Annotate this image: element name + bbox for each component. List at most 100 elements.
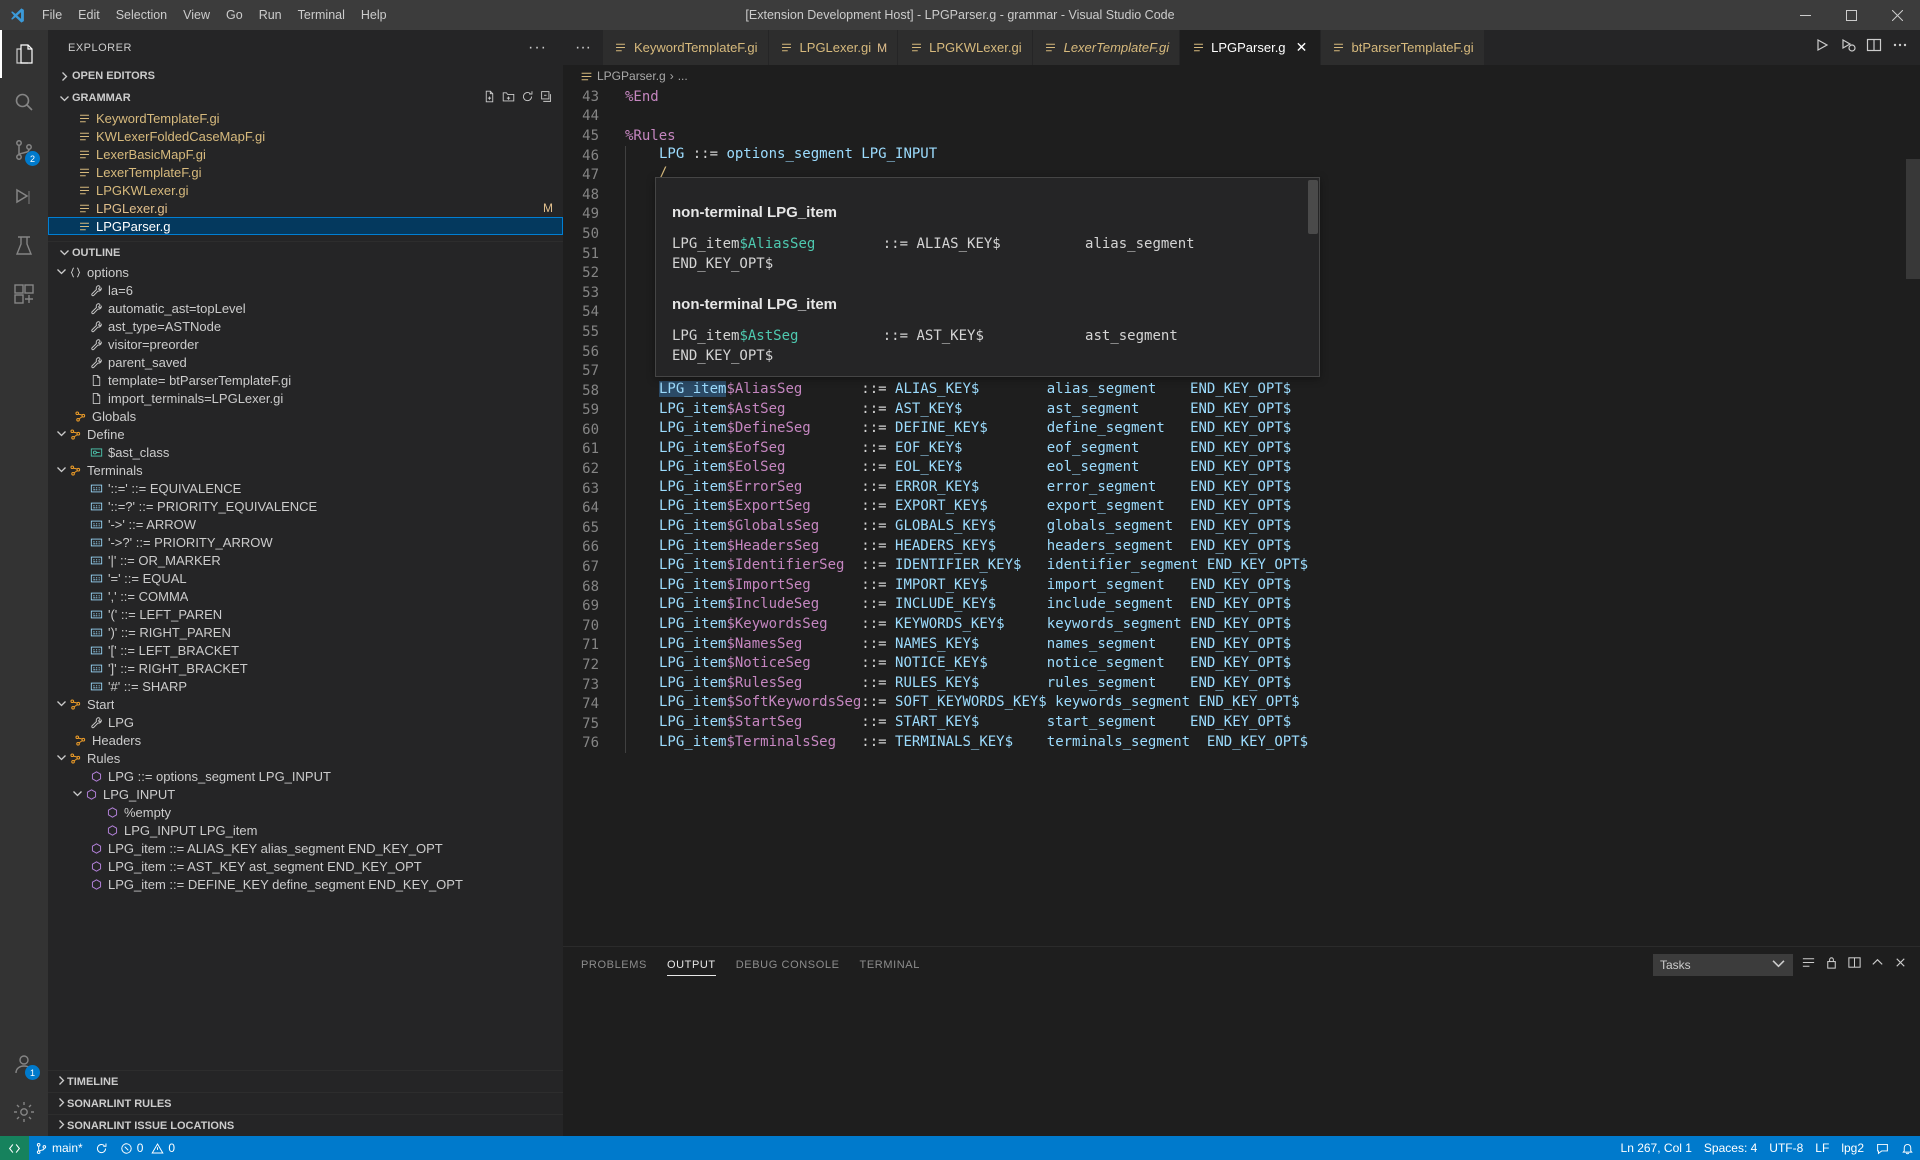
code-line[interactable]: 46LPG ::= options_segment LPG_INPUT (563, 146, 1920, 166)
outline-item[interactable]: ']' ::= RIGHT_BRACKET (48, 659, 563, 677)
new-folder-icon[interactable] (502, 90, 515, 106)
status-sync[interactable] (89, 1136, 114, 1160)
status-notifications[interactable] (1895, 1136, 1920, 1160)
outline-item[interactable]: options (48, 263, 563, 281)
status-problems[interactable]: 0 0 (114, 1136, 181, 1160)
code-line[interactable]: 62LPG_item$EolSeg ::= EOL_KEY$ eol_segme… (563, 459, 1920, 479)
code-line[interactable]: 44 (563, 107, 1920, 127)
editor-tab[interactable]: btParserTemplateF.gi (1321, 30, 1485, 65)
file-tree-item[interactable]: LPGKWLexer.gi (48, 181, 563, 199)
activity-explorer[interactable] (0, 30, 48, 78)
section-grammar[interactable]: GRAMMAR (48, 87, 563, 109)
code-line[interactable]: 65LPG_item$GlobalsSeg ::= GLOBALS_KEY$ g… (563, 518, 1920, 538)
code-line[interactable]: 64LPG_item$ExportSeg ::= EXPORT_KEY$ exp… (563, 498, 1920, 518)
file-tree-item[interactable]: KWLexerFoldedCaseMapF.gi (48, 127, 563, 145)
menu-selection[interactable]: Selection (108, 0, 175, 30)
output-channel-select[interactable]: Tasks (1653, 954, 1793, 976)
chevron-down-icon[interactable] (56, 697, 67, 712)
chevron-down-icon[interactable] (56, 427, 67, 442)
outline-item[interactable]: ',' ::= COMMA (48, 587, 563, 605)
menu-file[interactable]: File (34, 0, 70, 30)
file-tree[interactable]: KeywordTemplateF.giKWLexerFoldedCaseMapF… (48, 109, 563, 235)
editor-tab[interactable]: LPGKWLexer.gi (898, 30, 1033, 65)
outline-item[interactable]: '=' ::= EQUAL (48, 569, 563, 587)
outline-item[interactable]: LPG_item ::= ALIAS_KEY alias_segment END… (48, 839, 563, 857)
outline-item[interactable]: Globals (48, 407, 563, 425)
outline-item[interactable]: LPG (48, 713, 563, 731)
file-tree-item[interactable]: LexerTemplateF.gi (48, 163, 563, 181)
close-panel-icon[interactable] (1893, 955, 1908, 975)
editor-tab[interactable]: KeywordTemplateF.gi (603, 30, 769, 65)
status-eol[interactable]: LF (1809, 1136, 1835, 1160)
code-line[interactable]: 61LPG_item$EofSeg ::= EOF_KEY$ eof_segme… (563, 440, 1920, 460)
outline-item[interactable]: '(' ::= LEFT_PAREN (48, 605, 563, 623)
refresh-icon[interactable] (521, 90, 534, 106)
outline-item[interactable]: Start (48, 695, 563, 713)
editor-tabs[interactable]: ···KeywordTemplateF.giLPGLexer.giMLPGKWL… (563, 30, 1802, 65)
maximize-panel-icon[interactable] (1870, 955, 1885, 975)
editor-actions[interactable] (1802, 30, 1920, 65)
new-file-icon[interactable] (483, 90, 496, 106)
outline-item[interactable]: ')' ::= RIGHT_PAREN (48, 623, 563, 641)
outline-item[interactable]: '#' ::= SHARP (48, 677, 563, 695)
code-line[interactable]: 69LPG_item$IncludeSeg ::= INCLUDE_KEY$ i… (563, 596, 1920, 616)
file-tree-item[interactable]: KeywordTemplateF.gi (48, 109, 563, 127)
status-feedback[interactable] (1870, 1136, 1895, 1160)
menu-view[interactable]: View (175, 0, 218, 30)
close-button[interactable] (1874, 0, 1920, 30)
code-line[interactable]: 73LPG_item$RulesSeg ::= RULES_KEY$ rules… (563, 675, 1920, 695)
split-editor-icon[interactable] (1866, 37, 1882, 58)
code-line[interactable]: 43%End (563, 87, 1920, 107)
panel-tab-terminal[interactable]: TERMINAL (860, 947, 920, 982)
file-tree-item[interactable]: LPGParser.g (48, 217, 563, 235)
editor-tab[interactable]: LexerTemplateF.gi (1033, 30, 1181, 65)
activity-search[interactable] (0, 78, 48, 126)
outline-item[interactable]: visitor=preorder (48, 335, 563, 353)
breadcrumb[interactable]: LPGParser.g › ... (563, 65, 1920, 87)
collapse-all-icon[interactable] (540, 90, 553, 106)
hover-scrollbar[interactable] (1308, 180, 1318, 234)
outline-item[interactable]: LPG_INPUT LPG_item (48, 821, 563, 839)
sidebar-more-actions[interactable]: ··· (528, 39, 555, 57)
status-cursor-position[interactable]: Ln 267, Col 1 (1615, 1136, 1698, 1160)
code-line[interactable]: 59LPG_item$AstSeg ::= AST_KEY$ ast_segme… (563, 401, 1920, 421)
code-line[interactable]: 63LPG_item$ErrorSeg ::= ERROR_KEY$ error… (563, 479, 1920, 499)
code-line[interactable]: 67LPG_item$IdentifierSeg ::= IDENTIFIER_… (563, 557, 1920, 577)
more-actions-icon[interactable] (1892, 37, 1908, 58)
code-editor[interactable]: 43%End4445%Rules46LPG ::= options_segmen… (563, 87, 1920, 946)
activity-accounts[interactable]: 1 (0, 1040, 48, 1088)
section-sonarlint-rules[interactable]: SONARLINT RULES (48, 1092, 563, 1114)
status-encoding[interactable]: UTF-8 (1763, 1136, 1809, 1160)
outline-tree[interactable]: optionsla=6automatic_ast=topLevelast_typ… (48, 263, 563, 1070)
outline-item[interactable]: Terminals (48, 461, 563, 479)
tab-overflow-indicator[interactable]: ··· (563, 30, 603, 65)
outline-item[interactable]: LPG_item ::= AST_KEY ast_segment END_KEY… (48, 857, 563, 875)
window-controls[interactable] (1782, 0, 1920, 30)
section-sonarlint-issues[interactable]: SONARLINT ISSUE LOCATIONS (48, 1114, 563, 1136)
code-line[interactable]: 45%Rules (563, 126, 1920, 146)
minimize-button[interactable] (1782, 0, 1828, 30)
file-tree-item[interactable]: LexerBasicMapF.gi (48, 145, 563, 163)
run-debug-icon[interactable] (1840, 37, 1856, 58)
code-line[interactable]: 71LPG_item$NamesSeg ::= NAMES_KEY$ names… (563, 636, 1920, 656)
outline-item[interactable]: LPG ::= options_segment LPG_INPUT (48, 767, 563, 785)
outline-item[interactable]: Define (48, 425, 563, 443)
editor-tab[interactable]: LPGLexer.giM (769, 30, 899, 65)
status-indentation[interactable]: Spaces: 4 (1698, 1136, 1763, 1160)
editor-tab[interactable]: LPGParser.g✕ (1180, 30, 1320, 65)
outline-item[interactable]: template= btParserTemplateF.gi (48, 371, 563, 389)
run-button-icon[interactable] (1814, 37, 1830, 58)
section-timeline[interactable]: TIMELINE (48, 1070, 563, 1092)
maximize-button[interactable] (1828, 0, 1874, 30)
outline-item[interactable]: Headers (48, 731, 563, 749)
outline-item[interactable]: automatic_ast=topLevel (48, 299, 563, 317)
code-line[interactable]: 70LPG_item$KeywordsSeg ::= KEYWORDS_KEY$… (563, 616, 1920, 636)
status-remote[interactable] (0, 1136, 29, 1160)
code-line[interactable]: 58LPG_item$AliasSeg ::= ALIAS_KEY$ alias… (563, 381, 1920, 401)
section-outline[interactable]: OUTLINE (48, 241, 563, 263)
activity-testing[interactable] (0, 222, 48, 270)
breadcrumb-file[interactable]: LPGParser.g (597, 69, 666, 83)
chevron-down-icon[interactable] (56, 463, 67, 478)
outline-item[interactable]: LPG_item ::= DEFINE_KEY define_segment E… (48, 875, 563, 893)
menu-edit[interactable]: Edit (70, 0, 108, 30)
